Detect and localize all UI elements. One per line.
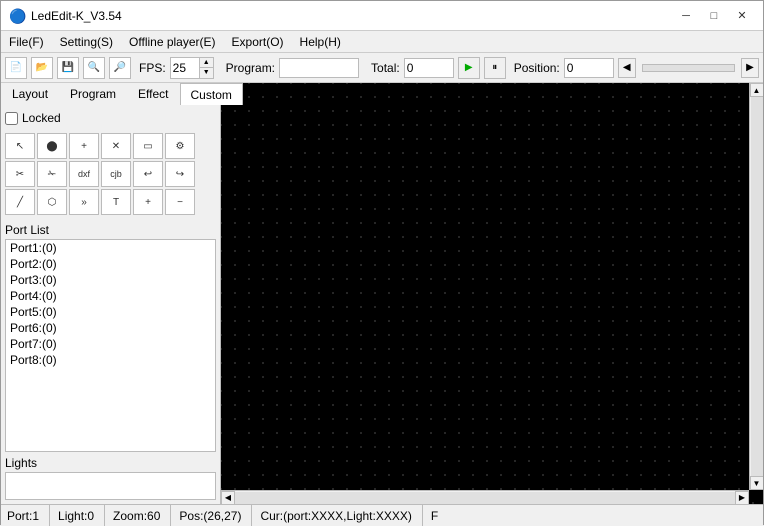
maximize-button[interactable]: □ [701,6,727,26]
app-title: LedEdit-K_V3.54 [31,9,673,23]
menu-export[interactable]: Export(O) [224,31,292,52]
status-zoom: Zoom:60 [113,505,171,526]
zoom-out-button[interactable]: 🔍 [83,57,105,79]
app-icon: 🔵 [9,8,25,24]
window-controls: ─ □ ✕ [673,6,755,26]
tool-text[interactable]: T [101,189,131,215]
tools-grid: ↖ ⬤ + ✕ ▭ ⚙ ✂ ✁ dxf cjb ↩ ↪ ╱ ⬡ » T + − [5,133,216,215]
status-cur: Cur:(port:XXXX,Light:XXXX) [260,505,422,526]
tool-redo[interactable]: ↪ [165,161,195,187]
menu-help[interactable]: Help(H) [292,31,349,52]
port-item-6[interactable]: Port6:(0) [6,320,215,336]
vertical-scrollbar: ▲ ▼ [749,83,763,490]
tab-layout[interactable]: Layout [1,83,59,105]
lights-label: Lights [5,456,216,470]
tool-minus[interactable]: − [165,189,195,215]
title-bar: 🔵 LedEdit-K_V3.54 ─ □ ✕ [1,1,763,31]
main-content: Layout Program Effect Custom ◀ ▶ Locked … [1,83,763,504]
pause-button[interactable]: ⏸ [484,57,506,79]
left-panel: Layout Program Effect Custom ◀ ▶ Locked … [1,83,221,504]
status-port: Port:1 [7,505,50,526]
timeline-slider[interactable] [642,64,735,72]
canvas-area[interactable]: ▲ ▼ ◀ ▶ [221,83,763,504]
menu-bar: File(F) Setting(S) Offline player(E) Exp… [1,31,763,53]
open-button[interactable]: 📂 [31,57,53,79]
port-list-label: Port List [5,219,216,239]
prev-button[interactable]: ◀ [618,58,636,78]
scroll-left-button[interactable]: ◀ [221,491,235,505]
menu-setting[interactable]: Setting(S) [52,31,121,52]
tab-effect[interactable]: Effect [127,83,179,105]
tool-select[interactable]: ↖ [5,133,35,159]
tab-custom[interactable]: Custom [180,83,243,105]
status-light: Light:0 [58,505,105,526]
port-item-7[interactable]: Port7:(0) [6,336,215,352]
tool-scissors[interactable]: ✂ [5,161,35,187]
port-item-3[interactable]: Port3:(0) [6,272,215,288]
tool-dxf[interactable]: dxf [69,161,99,187]
tab-bar: Layout Program Effect Custom ◀ ▶ [1,83,220,105]
lights-input[interactable] [5,472,216,500]
horizontal-scrollbar: ◀ ▶ [221,490,749,504]
new-button[interactable]: 📄 [5,57,27,79]
scroll-down-button[interactable]: ▼ [750,476,764,490]
port-list-box: Port1:(0) Port2:(0) Port3:(0) Port4:(0) … [5,239,216,452]
lights-section: Lights [5,456,216,500]
close-button[interactable]: ✕ [729,6,755,26]
menu-file[interactable]: File(F) [1,31,52,52]
total-label: Total: [371,61,400,75]
fps-label: FPS: [139,61,166,75]
tool-polygon[interactable]: ⬡ [37,189,67,215]
toolbar: 📄 📂 💾 🔍 🔎 FPS: ▲ ▼ Program: Total: ▶ ⏸ P… [1,53,763,83]
locked-label: Locked [22,111,61,125]
position-label: Position: [514,61,560,75]
play-button[interactable]: ▶ [458,57,480,79]
position-input[interactable] [564,58,614,78]
tool-line[interactable]: ╱ [5,189,35,215]
program-label: Program: [226,61,275,75]
menu-offline[interactable]: Offline player(E) [121,31,223,52]
tool-add[interactable]: + [69,133,99,159]
zoom-in-button[interactable]: 🔎 [109,57,131,79]
port-item-2[interactable]: Port2:(0) [6,256,215,272]
locked-checkbox[interactable] [5,112,18,125]
tool-double-arrow[interactable]: » [69,189,99,215]
tool-gear[interactable]: ⚙ [165,133,195,159]
panel-content: Locked ↖ ⬤ + ✕ ▭ ⚙ ✂ ✁ dxf cjb ↩ ↪ ╱ ⬡ »… [1,105,220,504]
fps-spinner: ▲ ▼ [199,58,213,78]
port-item-4[interactable]: Port4:(0) [6,288,215,304]
scroll-track-vertical[interactable] [751,97,763,476]
program-input[interactable] [279,58,359,78]
tool-rect-select[interactable]: ▭ [133,133,163,159]
tool-undo[interactable]: ↩ [133,161,163,187]
save-button[interactable]: 💾 [57,57,79,79]
tool-cjb[interactable]: cjb [101,161,131,187]
status-pos: Pos:(26,27) [179,505,252,526]
tool-cross[interactable]: ✕ [101,133,131,159]
port-item-5[interactable]: Port5:(0) [6,304,215,320]
dot-grid [221,83,763,504]
status-bar: Port:1 Light:0 Zoom:60 Pos:(26,27) Cur:(… [1,504,763,526]
next-button[interactable]: ▶ [741,58,759,78]
scroll-track-horizontal[interactable] [235,492,735,504]
tool-cut[interactable]: ✁ [37,161,67,187]
locked-row: Locked [5,109,216,127]
status-flag: F [431,505,448,526]
tab-program[interactable]: Program [59,83,127,105]
minimize-button[interactable]: ─ [673,6,699,26]
tool-draw-dot[interactable]: ⬤ [37,133,67,159]
tool-plus2[interactable]: + [133,189,163,215]
port-item-1[interactable]: Port1:(0) [6,240,215,256]
fps-up-button[interactable]: ▲ [199,58,213,68]
scroll-right-button[interactable]: ▶ [735,491,749,505]
port-item-8[interactable]: Port8:(0) [6,352,215,368]
fps-down-button[interactable]: ▼ [199,67,213,77]
fps-input[interactable] [171,58,199,78]
scroll-up-button[interactable]: ▲ [750,83,764,97]
total-input[interactable] [404,58,454,78]
